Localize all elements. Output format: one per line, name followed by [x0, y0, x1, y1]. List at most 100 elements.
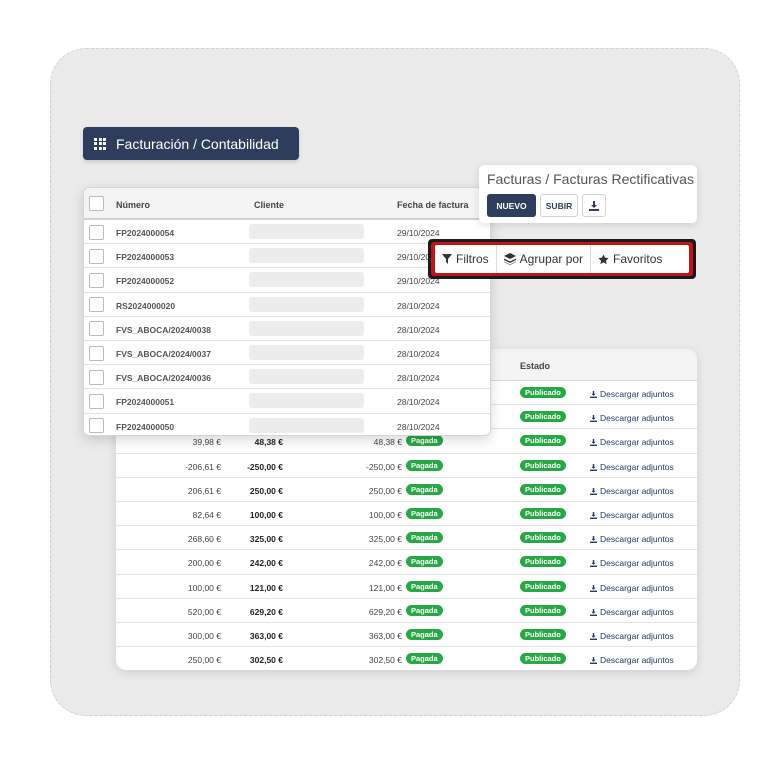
- download-icon: [590, 391, 597, 398]
- favoritos-button[interactable]: Favoritos: [591, 245, 669, 273]
- subir-button[interactable]: SUBIR: [540, 194, 578, 217]
- column-header-cliente[interactable]: Cliente: [254, 200, 284, 210]
- table-row[interactable]: 200,00 € 242,00 € 242,00 € Pagada Publicado D…: [116, 550, 697, 575]
- client-name-redacted: [249, 393, 364, 409]
- download-attachments-label: Descargar adjuntos: [600, 558, 674, 569]
- row-checkbox[interactable]: [89, 224, 104, 240]
- table-row[interactable]: FP2024000051 28/10/2024: [84, 389, 490, 414]
- client-name-redacted: [249, 369, 364, 385]
- row-checkbox[interactable]: [89, 369, 104, 385]
- pending-amount: 325,00 €: [368, 534, 402, 545]
- download-attachments-link[interactable]: Descargar adjuntos: [590, 534, 674, 544]
- row-checkbox[interactable]: [89, 248, 104, 264]
- pending-amount: 363,00 €: [368, 631, 402, 641]
- total-amount: 629,20 €: [249, 606, 283, 617]
- table-row[interactable]: FP2024000050 28/10/2024: [84, 414, 490, 435]
- agrupar-por-button[interactable]: Agrupar por: [497, 245, 592, 273]
- download-attachments-link[interactable]: Descargar adjuntos: [590, 655, 674, 665]
- download-attachments-link[interactable]: Descargar adjuntos: [590, 462, 674, 472]
- download-icon: [590, 657, 597, 665]
- nuevo-button[interactable]: NUEVO: [487, 194, 536, 217]
- breadcrumb[interactable]: Facturación / Contabilidad: [83, 127, 299, 160]
- download-icon: [590, 560, 597, 568]
- table-row[interactable]: FVS_ABOCA/2024/0036 28/10/2024: [84, 365, 490, 390]
- download-attachments-link[interactable]: Descargar adjuntos: [590, 437, 674, 447]
- table-row[interactable]: 100,00 € 121,00 € 121,00 € Pagada Publicado D…: [116, 575, 697, 599]
- front-table-header: Número Cliente Fecha de factura: [84, 188, 490, 220]
- invoice-number: FP2024000054: [116, 228, 175, 238]
- control-panel: Facturas / Facturas Rectificativas NUEVO…: [479, 165, 697, 223]
- client-name-redacted: [249, 320, 364, 336]
- download-icon: [590, 439, 597, 447]
- invoice-number: FVS_ABOCA/2024/0037: [116, 349, 211, 359]
- status-badge-pagada: Pagada: [406, 629, 443, 640]
- filter-bar-highlight: Filtros Agrupar por Favoritos: [431, 242, 693, 276]
- download-attachments-link[interactable]: Descargar adjuntos: [590, 486, 674, 496]
- status-badge-publicado: Publicado: [520, 580, 566, 592]
- base-amount: 200,00 €: [187, 558, 221, 569]
- filtros-button[interactable]: Filtros: [435, 245, 497, 273]
- download-attachments-label: Descargar adjuntos: [600, 389, 674, 399]
- table-row[interactable]: FVS_ABOCA/2024/0037 28/10/2024: [84, 341, 490, 366]
- column-header-fecha[interactable]: Fecha de factura: [397, 200, 469, 210]
- table-row[interactable]: RS2024000020 28/10/2024: [84, 293, 490, 317]
- status-badge-pagada: Pagada: [406, 459, 443, 471]
- download-attachments-link[interactable]: Descargar adjuntos: [590, 607, 674, 617]
- download-attachments-link[interactable]: Descargar adjuntos: [590, 583, 674, 593]
- total-amount: 325,00 €: [249, 534, 283, 545]
- status-badge-publicado: Publicado: [520, 459, 566, 471]
- download-attachments-label: Descargar adjuntos: [600, 413, 674, 424]
- invoice-date: 28/10/2024: [397, 349, 440, 359]
- row-checkbox[interactable]: [89, 418, 104, 434]
- status-badge-pagada: Pagada: [406, 556, 443, 568]
- pending-amount: 250,00 €: [368, 485, 402, 496]
- download-icon: [590, 415, 597, 423]
- invoice-number: FP2024000050: [116, 421, 175, 432]
- client-name-redacted: [249, 248, 364, 264]
- pending-amount: 100,00 €: [368, 510, 402, 520]
- download-attachments-label: Descargar adjuntos: [600, 534, 674, 545]
- layers-icon: [503, 253, 516, 265]
- total-amount: 250,00 €: [249, 485, 283, 496]
- row-checkbox[interactable]: [89, 272, 104, 288]
- table-row[interactable]: 82,64 € 100,00 € 100,00 € Pagada Publicado De…: [116, 502, 697, 527]
- filter-bar: Filtros Agrupar por Favoritos: [435, 245, 689, 273]
- column-header-numero[interactable]: Número: [116, 200, 150, 210]
- table-row[interactable]: -206,61 € -250,00 € -250,00 € Pagada Publica…: [116, 454, 697, 478]
- status-badge-publicado: Publicado: [520, 411, 566, 423]
- table-row[interactable]: 250,00 € 302,50 € 302,50 € Pagada Publicado D…: [116, 647, 697, 670]
- table-row[interactable]: 268,60 € 325,00 € 325,00 € Pagada Publicado D…: [116, 526, 697, 551]
- filter-bar-frame: Filtros Agrupar por Favoritos: [428, 239, 696, 279]
- download-attachments-label: Descargar adjuntos: [600, 461, 674, 472]
- download-attachments-link[interactable]: Descargar adjuntos: [590, 510, 674, 520]
- download-button[interactable]: [582, 194, 606, 217]
- total-amount: 121,00 €: [249, 582, 283, 593]
- table-row[interactable]: 300,00 € 363,00 € 363,00 € Pagada Publicado D…: [116, 623, 697, 648]
- total-amount: 100,00 €: [249, 510, 283, 520]
- download-attachments-link[interactable]: Descargar adjuntos: [590, 558, 674, 568]
- table-row[interactable]: 206,61 € 250,00 € 250,00 € Pagada Publicado D…: [116, 478, 697, 502]
- row-checkbox[interactable]: [89, 321, 104, 337]
- row-checkbox[interactable]: [89, 345, 104, 361]
- table-row[interactable]: FVS_ABOCA/2024/0038 28/10/2024: [84, 317, 490, 341]
- pending-amount: 629,20 €: [368, 606, 402, 617]
- download-attachments-label: Descargar adjuntos: [600, 655, 674, 666]
- status-badge-publicado: Publicado: [520, 556, 566, 568]
- status-badge-pagada: Pagada: [406, 580, 443, 592]
- download-attachments-link[interactable]: Descargar adjuntos: [590, 413, 674, 423]
- invoice-date: 28/10/2024: [397, 421, 440, 432]
- base-amount: 100,00 €: [187, 582, 221, 593]
- invoice-list-table: Número Cliente Fecha de factura FP202400…: [83, 187, 491, 436]
- select-all-checkbox[interactable]: [89, 196, 104, 211]
- total-amount: 363,00 €: [249, 631, 283, 641]
- download-attachments-link[interactable]: Descargar adjuntos: [590, 389, 674, 399]
- row-checkbox[interactable]: [89, 297, 104, 313]
- download-attachments-label: Descargar adjuntos: [600, 437, 674, 448]
- pending-amount: 121,00 €: [368, 582, 402, 593]
- client-name-redacted: [249, 417, 364, 433]
- download-attachments-link[interactable]: Descargar adjuntos: [590, 631, 674, 641]
- row-checkbox[interactable]: [89, 393, 104, 409]
- table-row[interactable]: 520,00 € 629,20 € 629,20 € Pagada Publicado D…: [116, 599, 697, 623]
- invoice-date: 29/10/2024: [397, 228, 440, 238]
- base-amount: 520,00 €: [187, 606, 221, 617]
